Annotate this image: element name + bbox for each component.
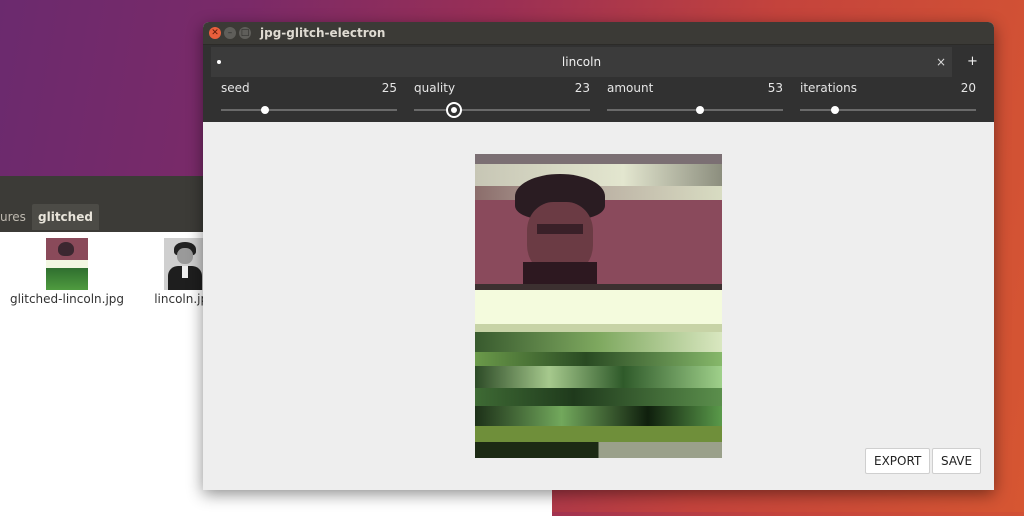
slider-value: 25	[381, 81, 397, 95]
tab-bar: lincoln × +	[211, 47, 994, 77]
seed-slider[interactable]: seed 25	[221, 81, 397, 121]
slider-knob[interactable]	[446, 102, 463, 118]
quality-slider[interactable]: quality 23	[414, 81, 590, 121]
slider-track[interactable]	[414, 109, 590, 111]
add-tab-icon[interactable]: +	[967, 47, 978, 77]
tab-lincoln[interactable]: lincoln ×	[211, 47, 952, 77]
glitched-image	[475, 154, 722, 458]
slider-label: amount	[607, 81, 654, 95]
tab-title: lincoln	[561, 55, 602, 69]
app-window: ✕ – □ jpg-glitch-electron lincoln × + se…	[203, 22, 994, 490]
slider-label: iterations	[800, 81, 857, 95]
slider-knob[interactable]	[261, 106, 269, 114]
slider-label: quality	[414, 81, 456, 95]
title-bar[interactable]: ✕ – □ jpg-glitch-electron	[203, 22, 994, 45]
save-button[interactable]: SAVE	[932, 448, 982, 474]
window-title: jpg-glitch-electron	[260, 26, 386, 40]
export-button[interactable]: EXPORT	[865, 448, 931, 474]
file-item-glitched-lincoln[interactable]: glitched-lincoln.jpg	[2, 238, 132, 306]
amount-slider[interactable]: amount 53	[607, 81, 783, 121]
tab-close-icon[interactable]: ×	[936, 47, 946, 77]
file-thumbnail	[46, 238, 88, 290]
file-manager-tab-glitched[interactable]: glitched	[32, 204, 99, 230]
slider-value: 20	[960, 81, 976, 95]
close-window-icon[interactable]: ✕	[209, 27, 221, 39]
slider-track[interactable]	[607, 109, 783, 111]
file-manager-tab-pictures[interactable]: ures	[0, 204, 30, 230]
slider-track[interactable]	[221, 109, 397, 111]
maximize-window-icon[interactable]: □	[239, 27, 251, 39]
toolbar: lincoln × + seed 25 quality 23 amount 53…	[203, 45, 994, 122]
iterations-slider[interactable]: iterations 20	[800, 81, 976, 121]
file-name: glitched-lincoln.jpg	[9, 292, 125, 306]
slider-label: seed	[221, 81, 250, 95]
slider-value: 23	[574, 81, 590, 95]
slider-knob[interactable]	[831, 106, 840, 114]
slider-track[interactable]	[800, 109, 976, 111]
slider-value: 53	[767, 81, 783, 95]
file-thumbnail	[164, 238, 206, 290]
minimize-window-icon[interactable]: –	[224, 27, 236, 39]
slider-knob[interactable]	[696, 106, 705, 114]
canvas-area: EXPORT SAVE	[203, 122, 994, 490]
